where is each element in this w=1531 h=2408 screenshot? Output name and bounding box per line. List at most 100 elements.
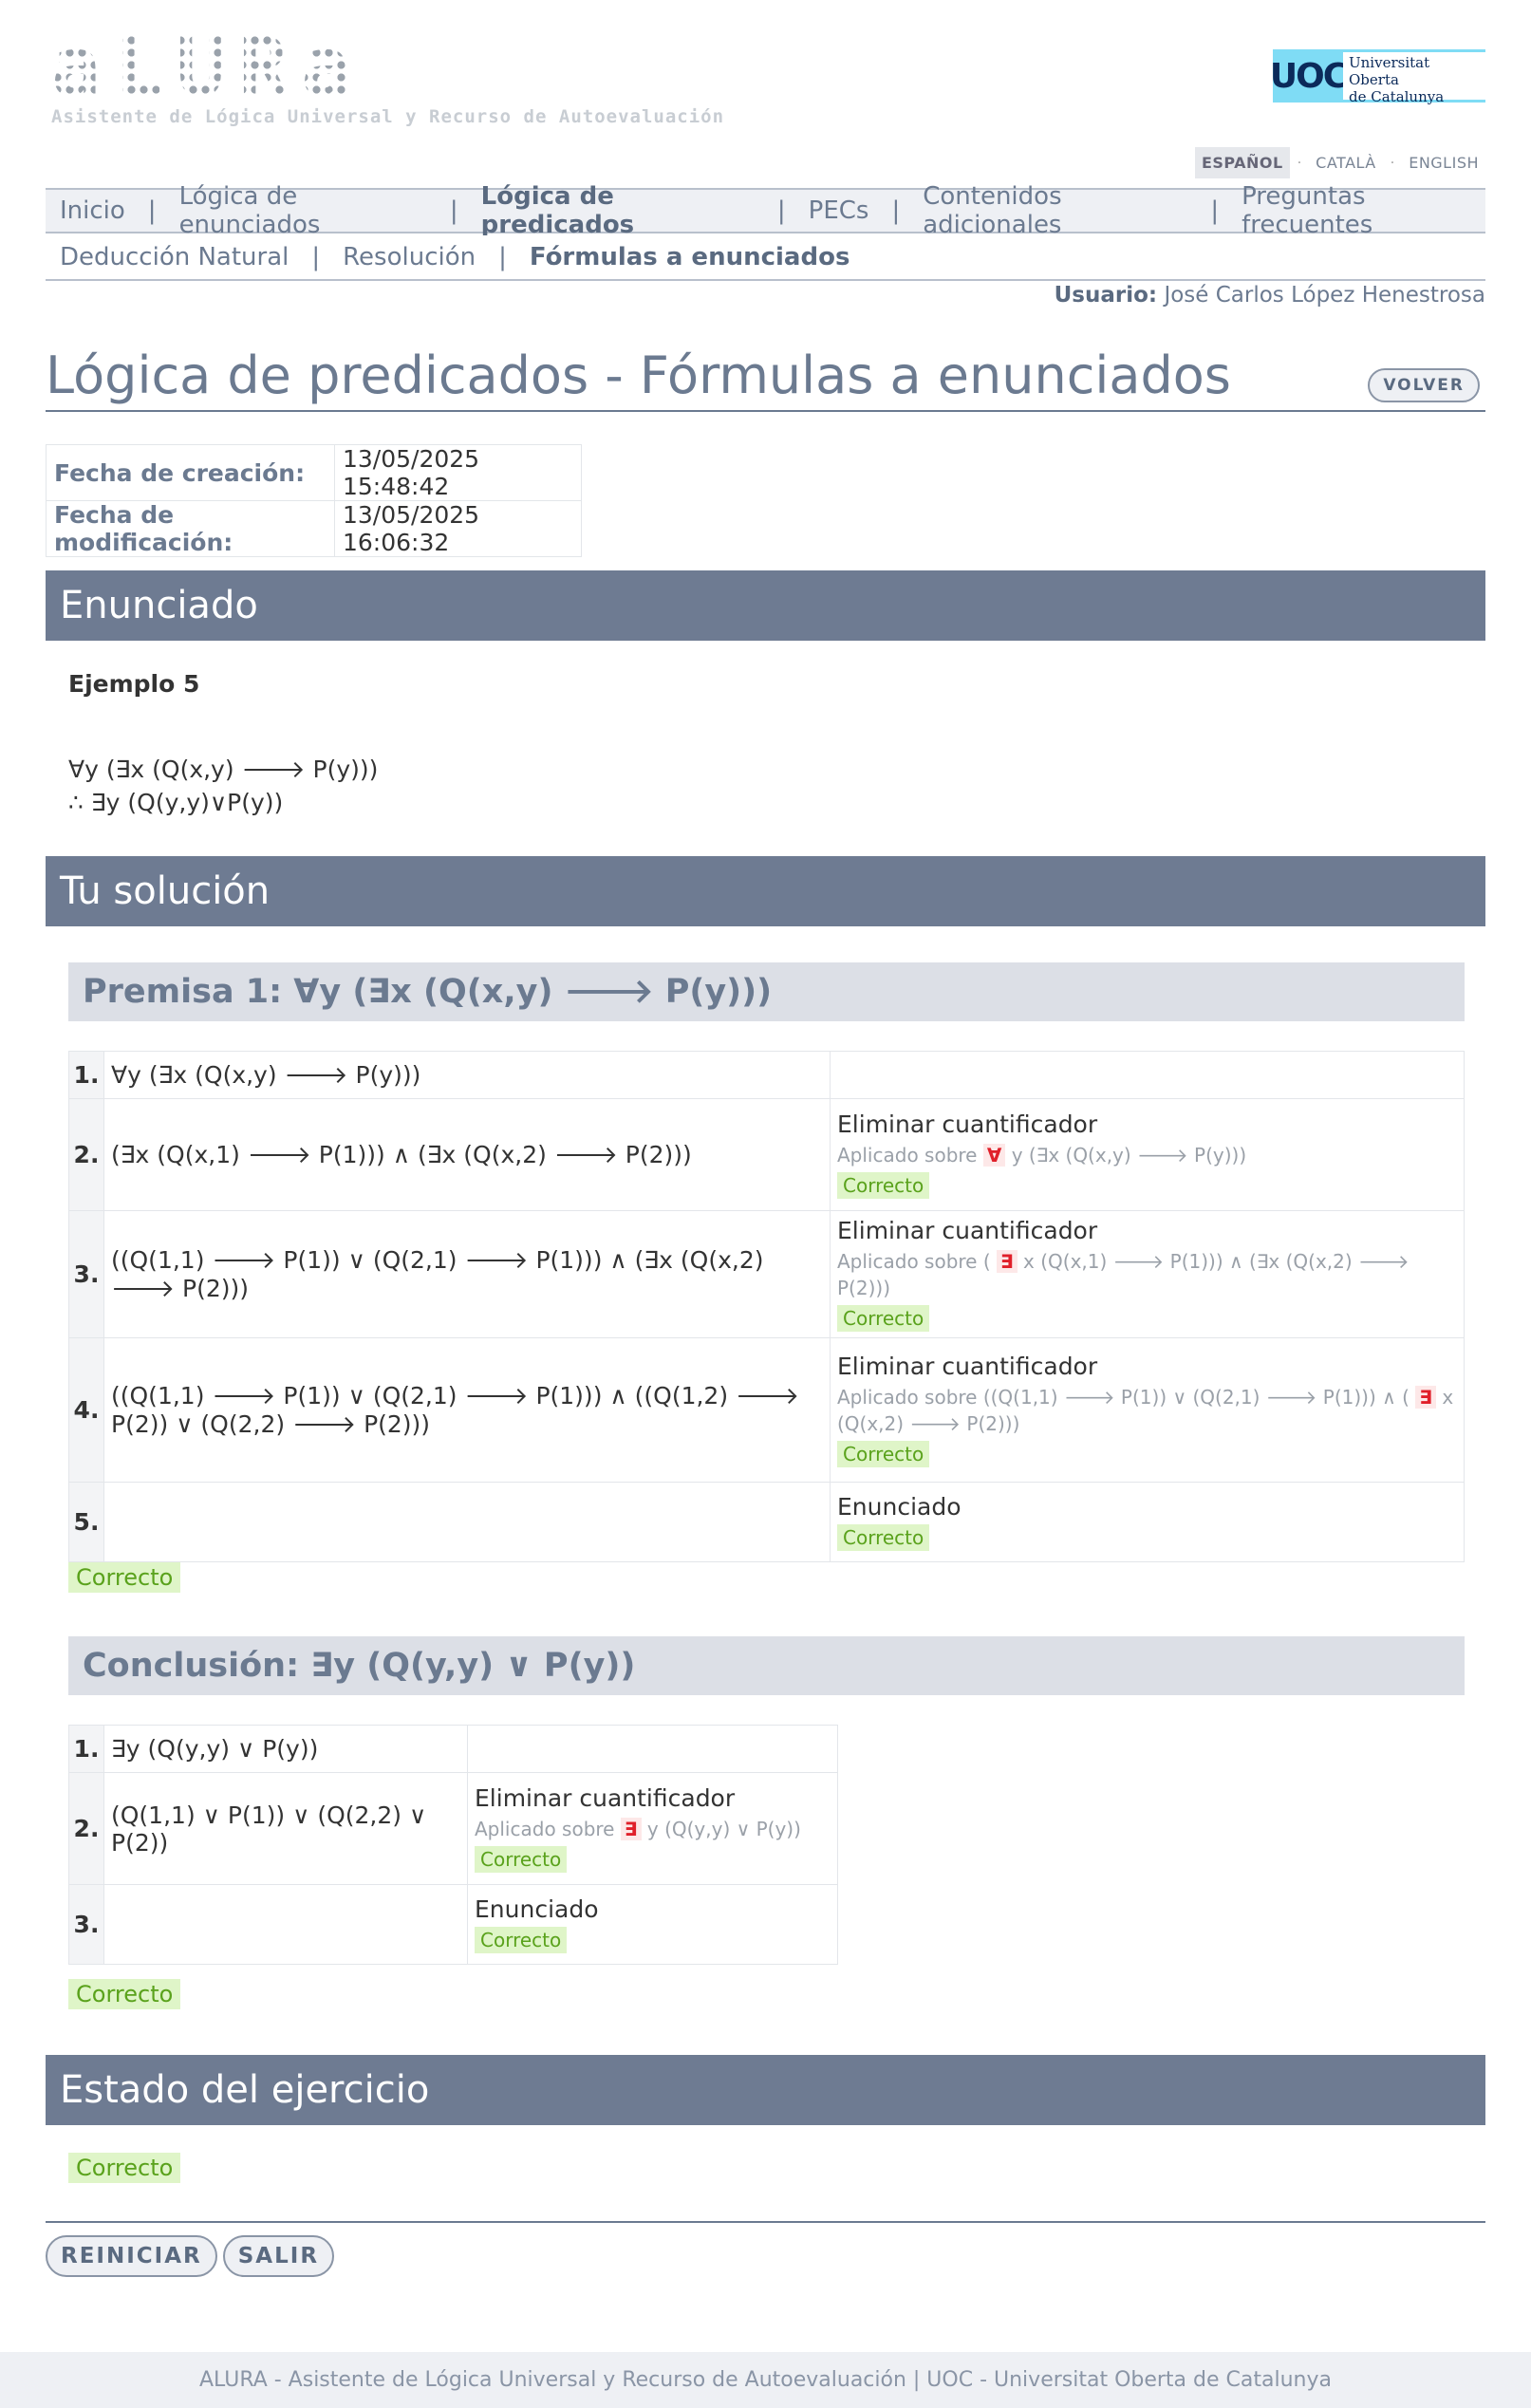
quantifier-highlight: ∃ — [997, 1250, 1018, 1273]
step-rule: Eliminar cuantificador — [475, 1784, 736, 1812]
subnav-resolucion[interactable]: Resolución — [343, 243, 476, 271]
reiniciar-button[interactable]: REINICIAR — [46, 2235, 217, 2277]
step-number: 1. — [68, 1725, 104, 1773]
premisa-steps-table: 1. ∀y (∃x (Q(x,y) 🡒 P(y))) 2. (∃x (Q(x,1… — [68, 1051, 1465, 1562]
section-solucion: Tu solución — [46, 856, 1485, 926]
step-formula — [103, 1884, 468, 1965]
table-row: 1. ∃y (Q(y,y) ∨ P(y)) — [68, 1725, 838, 1773]
nav-separator: | — [776, 196, 786, 225]
logo-word: aLURa — [51, 27, 724, 108]
uoc-text: Universitat Oberta de Catalunya — [1343, 49, 1485, 105]
lang-english[interactable]: ENGLISH — [1402, 147, 1485, 178]
subnav-formulas-enunciados[interactable]: Fórmulas a enunciados — [530, 243, 850, 271]
status-badge: Correcto — [837, 1441, 930, 1467]
action-buttons: REINICIAR SALIR — [46, 2235, 335, 2277]
step-formula: ((Q(1,1) 🡒 P(1)) ∨ (Q(2,1) 🡒 P(1))) ∧ (∃… — [103, 1210, 831, 1338]
applied-prefix: Aplicado sobre ((Q(1,1) 🡒 P(1)) ∨ (Q(2,1… — [837, 1386, 1410, 1409]
sub-nav: Deducción Natural | Resolución | Fórmula… — [46, 235, 1485, 281]
table-row: 1. ∀y (∃x (Q(x,y) 🡒 P(y))) — [68, 1051, 1465, 1099]
step-rule: Enunciado — [475, 1895, 599, 1923]
volver-button[interactable]: VOLVER — [1368, 368, 1480, 402]
nav-preguntas-frecuentes[interactable]: Preguntas frecuentes — [1242, 182, 1485, 239]
step-justification: Eliminar cuantificador Aplicado sobre ((… — [830, 1337, 1465, 1483]
step-applied: Aplicado sobre ( ∃ x (Q(x,1) 🡒 P(1))) ∧ … — [837, 1248, 1457, 1301]
lang-separator: · — [1390, 155, 1395, 171]
table-row: 3. ((Q(1,1) 🡒 P(1)) ∨ (Q(2,1) 🡒 P(1))) ∧… — [68, 1210, 1465, 1338]
logo-subtitle: Asistente de Lógica Universal y Recurso … — [51, 106, 725, 127]
alura-logo[interactable]: aLURa Asistente de Lógica Universal y Re… — [51, 27, 725, 127]
nav-separator: | — [147, 196, 157, 225]
enunciado-premise: ∀y (∃x (Q(x,y) 🡒 P(y))) — [68, 756, 379, 783]
table-row: 2. (∃x (Q(x,1) 🡒 P(1))) ∧ (∃x (Q(x,2) 🡒 … — [68, 1098, 1465, 1211]
premisa-result-badge: Correcto — [68, 1562, 181, 1593]
table-row: 3. Enunciado Correcto — [68, 1884, 838, 1965]
step-number: 2. — [68, 1772, 104, 1885]
uoc-mark: UOC — [1270, 49, 1348, 103]
created-value: 13/05/2025 15:48:42 — [334, 444, 582, 501]
nav-contenidos-adicionales[interactable]: Contenidos adicionales — [923, 182, 1187, 239]
meta-table: Fecha de creación: 13/05/2025 15:48:42 F… — [46, 444, 582, 557]
page-title: Lógica de predicados - Fórmulas a enunci… — [46, 345, 1231, 405]
subnav-deduccion-natural[interactable]: Deducción Natural — [60, 243, 289, 271]
nav-inicio[interactable]: Inicio — [60, 196, 125, 225]
nav-separator: | — [498, 243, 507, 271]
meta-row-modified: Fecha de modificación: 13/05/2025 16:06:… — [46, 500, 582, 557]
conclusion-result-badge: Correcto — [68, 1979, 181, 2009]
step-number: 3. — [68, 1210, 104, 1338]
status-badge: Correcto — [475, 1927, 568, 1953]
page-title-bar: Lógica de predicados - Fórmulas a enunci… — [46, 340, 1485, 412]
lang-espanol[interactable]: ESPAÑOL — [1194, 147, 1290, 178]
enunciado-title: Ejemplo 5 — [68, 670, 200, 698]
applied-prefix: Aplicado sobre — [837, 1144, 978, 1167]
step-number: 4. — [68, 1337, 104, 1483]
quantifier-highlight: ∃ — [620, 1818, 642, 1840]
step-number: 2. — [68, 1098, 104, 1211]
created-label: Fecha de creación: — [46, 444, 335, 501]
main-nav: Inicio | Lógica de enunciados | Lógica d… — [46, 182, 1485, 239]
salir-button[interactable]: SALIR — [222, 2235, 335, 2277]
status-badge: Correcto — [837, 1524, 930, 1551]
step-rule: Eliminar cuantificador — [837, 1353, 1098, 1380]
step-justification — [830, 1051, 1465, 1099]
applied-rest: y (∃x (Q(x,y) 🡒 P(y))) — [1011, 1144, 1247, 1167]
nav-logica-predicados[interactable]: Lógica de predicados — [481, 182, 755, 239]
nav-separator: | — [449, 196, 458, 225]
nav-separator: | — [311, 243, 321, 271]
table-row: 2. (Q(1,1) ∨ P(1)) ∨ (Q(2,2) ∨ P(2)) Eli… — [68, 1772, 838, 1885]
section-estado: Estado del ejercicio — [46, 2055, 1485, 2125]
quantifier-highlight: ∀ — [982, 1144, 1006, 1167]
lang-catala[interactable]: CATALÀ — [1309, 147, 1383, 178]
step-applied: Aplicado sobre ∀ y (∃x (Q(x,y) 🡒 P(y))) — [837, 1142, 1457, 1168]
step-justification: Enunciado Correcto — [467, 1884, 838, 1965]
lang-separator: · — [1297, 155, 1302, 171]
table-row: 5. Enunciado Correcto — [68, 1482, 1465, 1562]
step-justification: Eliminar cuantificador Aplicado sobre ∃ … — [467, 1772, 838, 1885]
table-row: 4. ((Q(1,1) 🡒 P(1)) ∨ (Q(2,1) 🡒 P(1))) ∧… — [68, 1337, 1465, 1483]
step-justification: Eliminar cuantificador Aplicado sobre ( … — [830, 1210, 1465, 1338]
nav-separator: | — [891, 196, 901, 225]
user-info: Usuario: José Carlos López Henestrosa — [1055, 283, 1485, 308]
step-formula — [103, 1482, 831, 1562]
nav-separator: | — [1210, 196, 1220, 225]
step-number: 3. — [68, 1884, 104, 1965]
step-rule: Eliminar cuantificador — [837, 1217, 1098, 1244]
step-formula: (Q(1,1) ∨ P(1)) ∨ (Q(2,2) ∨ P(2)) — [103, 1772, 468, 1885]
uoc-logo[interactable]: UOC Universitat Oberta de Catalunya — [1270, 49, 1485, 105]
user-label: Usuario: — [1054, 283, 1158, 308]
applied-prefix: Aplicado sobre — [475, 1818, 615, 1840]
divider — [46, 2221, 1485, 2223]
nav-logica-enunciados[interactable]: Lógica de enunciados — [179, 182, 427, 239]
enunciado-conclusion: ∴ ∃y (Q(y,y)∨P(y)) — [68, 789, 284, 816]
language-selector: ESPAÑOL · CATALÀ · ENGLISH — [1194, 147, 1485, 178]
modified-label: Fecha de modificación: — [46, 500, 335, 557]
footer: ALURA - Asistente de Lógica Universal y … — [0, 2352, 1531, 2408]
step-formula: ∀y (∃x (Q(x,y) 🡒 P(y))) — [103, 1051, 831, 1099]
conclusion-steps-table: 1. ∃y (Q(y,y) ∨ P(y)) 2. (Q(1,1) ∨ P(1))… — [68, 1725, 838, 1965]
step-justification — [467, 1725, 838, 1773]
status-badge: Correcto — [837, 1172, 930, 1199]
nav-pecs[interactable]: PECs — [809, 196, 869, 225]
step-justification: Enunciado Correcto — [830, 1482, 1465, 1562]
uoc-line1: Universitat Oberta — [1349, 54, 1430, 88]
user-name: José Carlos López Henestrosa — [1164, 283, 1485, 308]
estado-badge: Correcto — [68, 2153, 181, 2183]
